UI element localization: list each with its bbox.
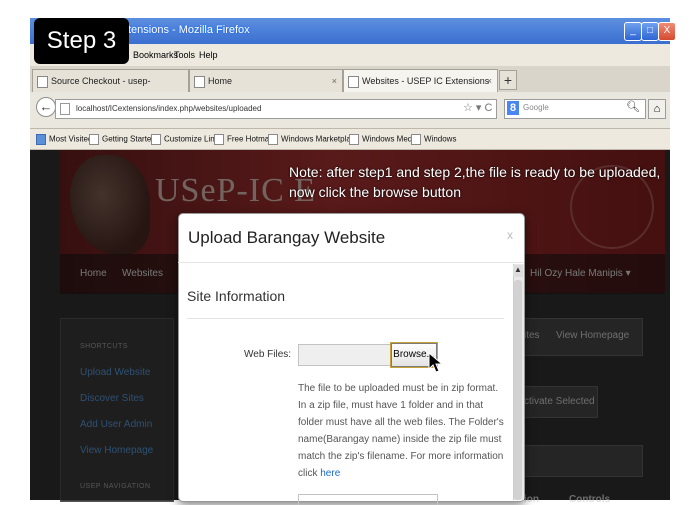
url-text: localhost/ICextensions/index.php/website… xyxy=(76,104,262,113)
search-placeholder: Google xyxy=(523,103,549,112)
bookmark-windows-marketplace[interactable]: Windows Marketplace xyxy=(268,134,359,145)
modal-title: Upload Barangay Website xyxy=(188,228,386,247)
bookmark-free-hotmail[interactable]: Free Hotmail xyxy=(214,134,273,145)
upload-help-text: The file to be uploaded must be in zip f… xyxy=(298,383,504,479)
modal-divider xyxy=(178,262,523,263)
minimize-button[interactable]: _ xyxy=(624,22,642,41)
url-bar[interactable]: localhost/ICextensions/index.php/website… xyxy=(55,99,497,119)
bookmark-icon xyxy=(214,134,224,145)
google-logo-icon[interactable]: 8 xyxy=(507,101,519,115)
bookmark-customize-links[interactable]: Customize Links xyxy=(151,134,223,145)
bookmark-star-icon[interactable]: ☆ ▾ C xyxy=(463,101,492,114)
arrow-left-icon: ← xyxy=(39,99,53,114)
section-divider xyxy=(187,318,504,319)
back-button[interactable]: ← xyxy=(36,97,56,117)
bookmark-windows[interactable]: Windows xyxy=(411,134,456,145)
tab-close-icon[interactable]: × xyxy=(332,70,337,92)
bookmark-most-visited[interactable]: Most Visited xyxy=(36,134,92,145)
tab-favicon-icon xyxy=(194,75,205,88)
tab-favicon-icon xyxy=(348,75,359,88)
menu-tools[interactable]: Tools xyxy=(174,50,195,60)
web-files-label: Web Files: xyxy=(244,349,292,360)
search-icon[interactable]: 🔍︎ xyxy=(626,100,640,113)
bookmark-icon xyxy=(151,134,161,145)
scrollbar-thumb[interactable] xyxy=(514,280,522,500)
tab-websites[interactable]: Websites - USEP IC Extensions × xyxy=(343,69,498,92)
tab-home[interactable]: Home × xyxy=(189,69,343,92)
bookmark-icon xyxy=(89,134,99,145)
bookmark-icon xyxy=(349,134,359,145)
more-info-link[interactable]: here xyxy=(320,468,340,479)
tab-label: Home xyxy=(208,76,233,86)
bookmark-icon xyxy=(268,134,278,145)
file-path-field[interactable] xyxy=(298,344,392,366)
tab-label: Websites - USEP IC Extensions xyxy=(362,76,490,86)
tutorial-note: Note: after step1 and step 2,the file is… xyxy=(289,164,661,200)
maximize-button[interactable]: □ xyxy=(641,22,659,41)
page-icon xyxy=(60,102,70,115)
menu-help[interactable]: Help xyxy=(199,50,218,60)
modal-close-button[interactable]: x xyxy=(507,228,513,242)
new-tab-button[interactable]: + xyxy=(499,70,517,90)
bookmark-icon xyxy=(36,134,46,145)
bookmark-windows-media[interactable]: Windows Media xyxy=(349,134,418,145)
tab-source-checkout[interactable]: Source Checkout - usep-accreditation-sy.… xyxy=(32,69,189,108)
tab-favicon-icon xyxy=(37,75,48,88)
step-badge: Step 3 xyxy=(34,18,129,64)
menu-bookmarks[interactable]: Bookmarks xyxy=(133,50,178,60)
scroll-up-arrow-icon[interactable]: ▲ xyxy=(513,265,523,277)
bookmark-getting-started[interactable]: Getting Started xyxy=(89,134,156,145)
mouse-cursor-icon xyxy=(428,352,444,373)
bookmark-icon xyxy=(411,134,421,145)
window-title: tensions - Mozilla Firefox xyxy=(128,24,250,36)
home-icon[interactable]: ⌂ xyxy=(648,99,666,119)
close-window-button[interactable]: X xyxy=(658,22,676,41)
section-title: Site Information xyxy=(187,288,286,304)
tab-close-icon[interactable]: × xyxy=(487,70,492,92)
